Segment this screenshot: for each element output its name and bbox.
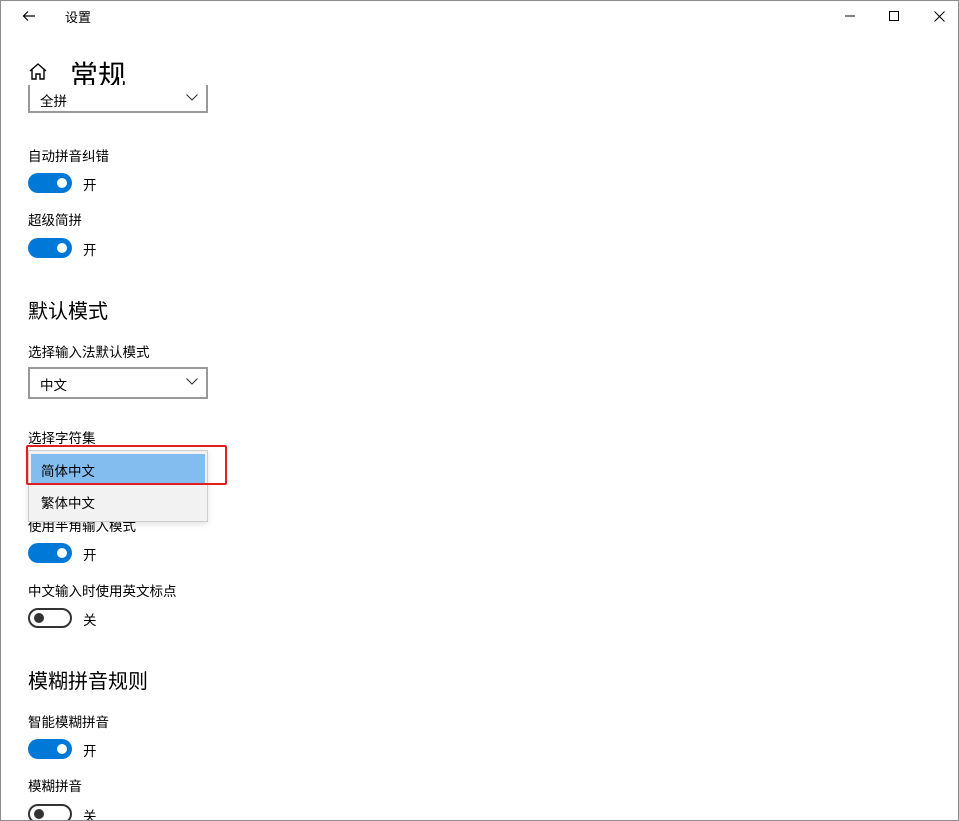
super-abbrev-label: 超级简拼 <box>28 213 82 229</box>
auto-correct-state: 开 <box>83 178 97 194</box>
minimize-icon <box>845 15 855 17</box>
home-button[interactable] <box>27 61 49 83</box>
fuzzy-pinyin-label: 模糊拼音 <box>28 779 82 795</box>
smart-fuzzy-toggle[interactable] <box>28 739 72 759</box>
super-abbrev-toggle[interactable] <box>28 238 72 258</box>
super-abbrev-state: 开 <box>83 243 97 259</box>
charset-option-traditional[interactable]: 繁体中文 <box>31 486 205 516</box>
window-title: 设置 <box>65 11 92 26</box>
fuzzy-pinyin-state: 关 <box>83 809 97 821</box>
halfwidth-toggle[interactable] <box>28 543 72 563</box>
english-punct-toggle[interactable] <box>28 608 72 628</box>
auto-correct-toggle[interactable] <box>28 173 72 193</box>
close-icon <box>933 10 945 22</box>
fuzzy-pinyin-toggle[interactable] <box>28 804 72 820</box>
settings-window: 设置 常规 全拼 自动拼音纠错 开 超级简拼 开 默认模式 选择输入法默认模式 … <box>0 0 959 821</box>
maximize-icon <box>889 11 899 21</box>
chevron-down-icon <box>186 378 198 385</box>
smart-fuzzy-state: 开 <box>83 744 97 760</box>
charset-option-label: 繁体中文 <box>41 496 95 512</box>
minimize-button[interactable] <box>827 1 873 31</box>
default-mode-select[interactable]: 中文 <box>28 367 208 399</box>
spelling-mode-value: 全拼 <box>40 94 67 110</box>
back-arrow-icon <box>22 11 35 21</box>
chevron-down-icon <box>186 94 198 101</box>
spelling-mode-select[interactable]: 全拼 <box>28 85 208 113</box>
home-icon <box>29 63 47 80</box>
english-punct-label: 中文输入时使用英文标点 <box>28 584 177 600</box>
close-button[interactable] <box>916 1 958 31</box>
back-button[interactable] <box>9 1 49 31</box>
highlight-box <box>26 445 227 485</box>
title-bar: 设置 <box>1 1 958 31</box>
default-mode-select-label: 选择输入法默认模式 <box>28 345 150 361</box>
halfwidth-state: 开 <box>83 548 97 564</box>
maximize-button[interactable] <box>871 1 917 31</box>
auto-correct-label: 自动拼音纠错 <box>28 149 109 165</box>
default-mode-heading: 默认模式 <box>28 299 108 323</box>
smart-fuzzy-label: 智能模糊拼音 <box>28 715 109 731</box>
english-punct-state: 关 <box>83 613 97 629</box>
charset-label: 选择字符集 <box>28 431 96 447</box>
default-mode-value: 中文 <box>40 378 67 394</box>
fuzzy-heading: 模糊拼音规则 <box>28 669 148 693</box>
